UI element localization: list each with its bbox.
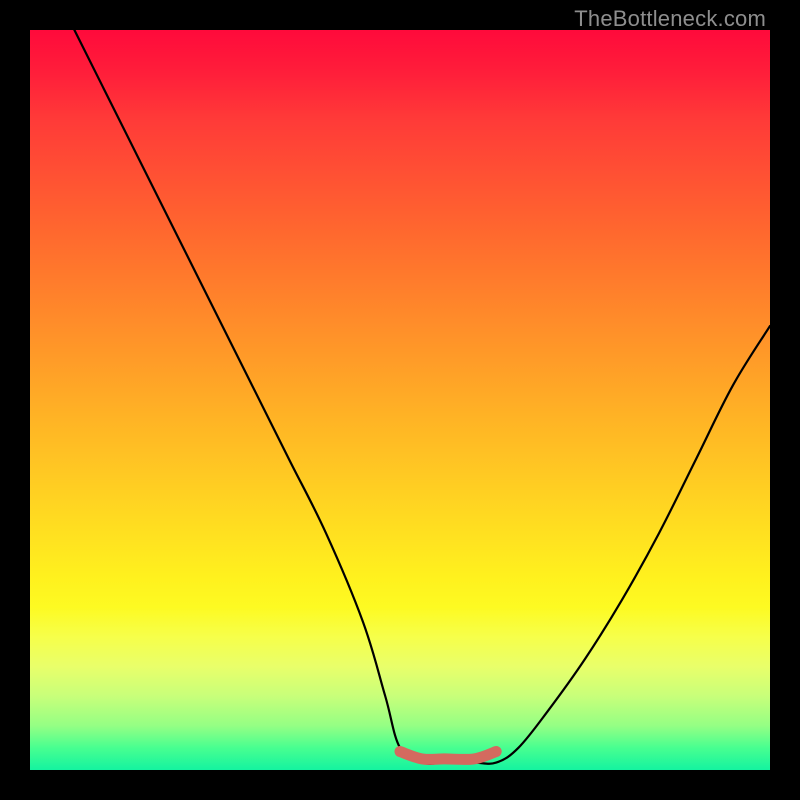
red-flat-segment bbox=[400, 752, 496, 760]
plot-area bbox=[30, 30, 770, 770]
watermark-text: TheBottleneck.com bbox=[574, 6, 766, 32]
chart-frame: TheBottleneck.com bbox=[0, 0, 800, 800]
curve-layer bbox=[30, 30, 770, 770]
black-curve bbox=[74, 30, 770, 764]
